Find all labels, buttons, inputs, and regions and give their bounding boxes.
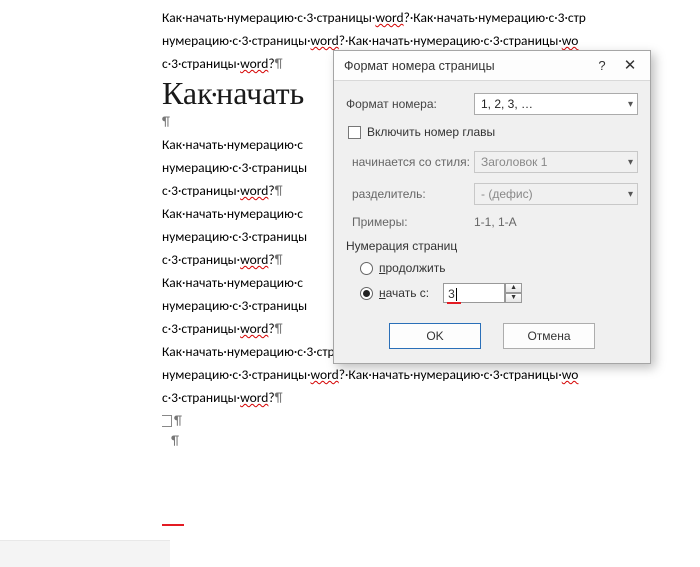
- help-button[interactable]: ?: [588, 55, 616, 77]
- separator-value: - (дефис): [481, 187, 533, 201]
- radio-icon: [360, 287, 373, 300]
- close-button[interactable]: ✕: [616, 55, 644, 77]
- cancel-button[interactable]: Отмена: [503, 323, 595, 349]
- continue-label: продолжить: [379, 261, 445, 275]
- numbering-group-label: Нумерация страниц: [346, 239, 638, 253]
- empty-paragraph: ¶: [162, 431, 700, 451]
- body-paragraph: нумерацию·с·3·страницы·word?·Как·начать·…: [162, 365, 700, 385]
- start-at-label: начать с:: [379, 286, 429, 300]
- format-value: 1, 2, 3, …: [481, 97, 533, 111]
- chevron-down-icon: ▾: [628, 99, 633, 110]
- dialog-title: Формат номера страницы: [344, 59, 588, 73]
- examples-label: Примеры:: [346, 215, 474, 229]
- separator-combo: - (дефис) ▾: [474, 183, 638, 205]
- page-break-marker: ¶: [162, 411, 700, 431]
- page-rect-icon: [162, 415, 172, 427]
- start-at-spinner[interactable]: 3 ▲ ▼: [443, 283, 522, 303]
- starts-style-label: начинается со стиля:: [346, 155, 474, 169]
- include-chapter-checkbox[interactable]: Включить номер главы: [348, 125, 638, 139]
- ok-button[interactable]: OK: [389, 323, 481, 349]
- spin-down-button[interactable]: ▼: [505, 293, 522, 303]
- start-at-input[interactable]: 3: [443, 283, 505, 303]
- page-number-format-dialog: Формат номера страницы ? ✕ Формат номера…: [333, 50, 651, 364]
- radio-icon: [360, 262, 373, 275]
- chevron-down-icon: ▾: [628, 189, 633, 200]
- format-combo[interactable]: 1, 2, 3, … ▾: [474, 93, 638, 115]
- body-paragraph: с·3·страницы·word?¶: [162, 388, 700, 408]
- separator-label: разделитель:: [346, 187, 474, 201]
- format-label: Формат номера:: [346, 97, 474, 111]
- spin-up-button[interactable]: ▲: [505, 283, 522, 293]
- annotation-mark: [162, 524, 184, 526]
- continue-radio[interactable]: продолжить: [360, 261, 638, 275]
- checkbox-icon: [348, 126, 361, 139]
- starts-style-value: Заголовок 1: [481, 155, 547, 169]
- start-at-radio[interactable]: начать с: 3 ▲ ▼: [360, 283, 638, 303]
- include-chapter-label: Включить номер главы: [367, 125, 495, 139]
- dialog-titlebar[interactable]: Формат номера страницы ? ✕: [334, 51, 650, 81]
- body-paragraph: нумерацию·с·3·страницы·word?·Как·начать·…: [162, 31, 700, 51]
- body-paragraph: Как·начать·нумерацию·с·3·страницы·word?·…: [162, 8, 700, 28]
- chevron-down-icon: ▾: [628, 157, 633, 168]
- page-margin-area: [0, 540, 170, 567]
- examples-value: 1-1, 1-A: [474, 215, 517, 229]
- starts-style-combo: Заголовок 1 ▾: [474, 151, 638, 173]
